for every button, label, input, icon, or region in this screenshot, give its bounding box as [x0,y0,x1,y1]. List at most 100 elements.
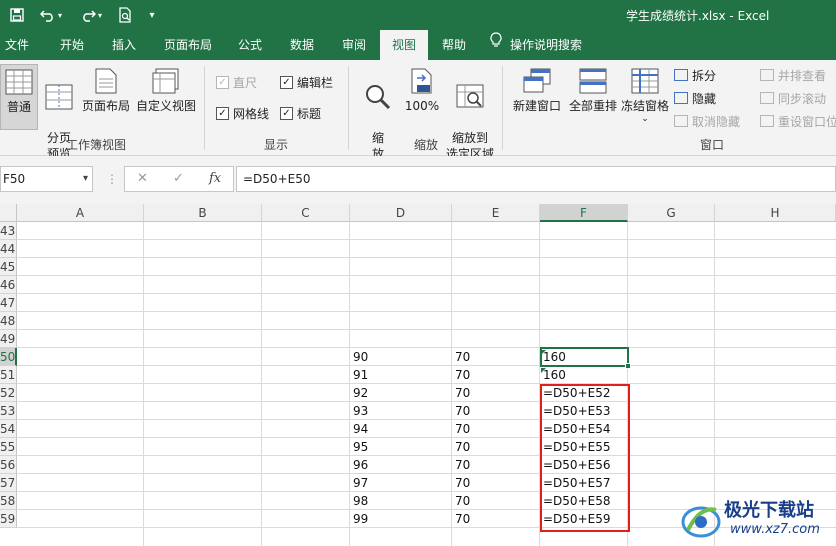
cell-e51[interactable]: 70 [452,366,470,384]
cell-e53[interactable]: 70 [452,402,470,420]
undo-icon[interactable]: ▾ [36,5,66,25]
column-header-e[interactable]: E [452,204,540,222]
gridlines-checkbox[interactable]: ✓ 网格线 [216,104,269,122]
cell-e52[interactable]: 70 [452,384,470,402]
gridline [17,437,836,438]
fill-handle[interactable] [625,363,631,369]
row-header-55[interactable]: 55 [0,438,17,456]
cell-e58[interactable]: 70 [452,492,470,510]
tab-data[interactable]: 数据 [280,30,324,60]
tab-help[interactable]: 帮助 [432,30,476,60]
row-header-54[interactable]: 54 [0,420,17,438]
cell-e59[interactable]: 70 [452,510,470,528]
column-header-f[interactable]: F [540,204,628,222]
cell-e54[interactable]: 70 [452,420,470,438]
cell-d53[interactable]: 93 [350,402,368,420]
cell-d51[interactable]: 91 [350,366,368,384]
name-box-value: F50 [3,172,26,186]
cancel-icon[interactable]: ✕ [137,171,148,186]
row-header-51[interactable]: 51 [0,366,17,384]
error-indicator-icon[interactable] [541,350,546,355]
split-button[interactable]: 拆分 [674,66,716,84]
tab-view[interactable]: 视图 [380,30,428,60]
name-box[interactable]: F50 ▾ [0,166,93,192]
normal-view-button[interactable]: 普通 [0,64,38,130]
chevron-down-icon[interactable]: ▾ [83,167,88,191]
enter-icon[interactable]: ✓ [173,171,184,186]
ruler-checkbox[interactable]: ✓ 直尺 [216,73,257,91]
new-window-button[interactable]: 新建窗口 [510,64,564,130]
reset-window-position-button[interactable]: 重设窗口位 [760,112,836,130]
split-label: 拆分 [692,68,717,83]
column-header-a[interactable]: A [17,204,144,222]
cell-d55[interactable]: 95 [350,438,368,456]
column-header-g[interactable]: G [628,204,715,222]
qat-customize-icon[interactable]: ▾ [144,5,160,25]
row-header-50[interactable]: 50 [0,348,17,366]
resize-handle-icon[interactable]: ⋮ [106,172,118,186]
cell-d56[interactable]: 96 [350,456,368,474]
tab-review[interactable]: 审阅 [332,30,376,60]
unhide-icon [674,115,688,127]
page-break-preview-button[interactable]: 分页 预览 [40,64,78,161]
print-preview-icon[interactable] [114,5,136,25]
gridline [17,329,836,330]
column-header-d[interactable]: D [350,204,452,222]
select-all-corner[interactable] [0,204,17,222]
formula-input[interactable]: =D50+E50 [236,166,836,192]
row-header-58[interactable]: 58 [0,492,17,510]
tab-page-layout[interactable]: 页面布局 [156,30,220,60]
row-header-59[interactable]: 59 [0,510,17,528]
cell-d54[interactable]: 94 [350,420,368,438]
zoom-button[interactable]: 缩 放 [360,64,396,161]
column-header-h[interactable]: H [715,204,836,222]
chevron-down-icon: ⌄ [641,114,649,124]
row-header-43[interactable]: 43 [0,222,17,240]
hide-button[interactable]: 隐藏 [674,89,716,107]
row-header-47[interactable]: 47 [0,294,17,312]
error-indicator-icon[interactable] [541,368,546,373]
cell-e57[interactable]: 70 [452,474,470,492]
insert-function-icon[interactable]: fx [209,171,221,186]
cell-e50[interactable]: 70 [452,348,470,366]
zoom-100-button[interactable]: 100% [402,64,442,130]
row-header-57[interactable]: 57 [0,474,17,492]
formula-bar-checkbox[interactable]: ✓ 编辑栏 [280,73,333,91]
arrange-all-button[interactable]: 全部重排 [566,64,620,130]
arrange-all-label: 全部重排 [568,99,617,113]
row-header-46[interactable]: 46 [0,276,17,294]
tab-insert[interactable]: 插入 [102,30,146,60]
tab-home[interactable]: 开始 [50,30,94,60]
synchronous-scrolling-button[interactable]: 同步滚动 [760,89,826,107]
row-header-53[interactable]: 53 [0,402,17,420]
formula-buttons: ✕ ✓ fx [124,166,234,192]
cell-d52[interactable]: 92 [350,384,368,402]
tell-me-search[interactable]: 操作说明搜索 [490,30,602,60]
custom-views-label: 自定义视图 [135,99,196,113]
cell-d57[interactable]: 97 [350,474,368,492]
cell-d59[interactable]: 99 [350,510,368,528]
custom-views-button[interactable]: 自定义视图 [134,64,198,130]
row-header-56[interactable]: 56 [0,456,17,474]
page-layout-view-button[interactable]: 页面布局 [80,64,132,130]
column-header-b[interactable]: B [144,204,262,222]
tab-file[interactable]: 文件 [0,30,34,60]
cell-d58[interactable]: 98 [350,492,368,510]
save-icon[interactable] [6,5,28,25]
row-header-49[interactable]: 49 [0,330,17,348]
row-header-45[interactable]: 45 [0,258,17,276]
unhide-button[interactable]: 取消隐藏 [674,112,740,130]
column-header-c[interactable]: C [262,204,350,222]
freeze-panes-button[interactable]: 冻结窗格 ⌄ [620,64,670,140]
zoom-to-selection-button[interactable]: 缩放到 选定区域 [444,64,496,161]
row-header-44[interactable]: 44 [0,240,17,258]
cell-e55[interactable]: 70 [452,438,470,456]
tab-formulas[interactable]: 公式 [228,30,272,60]
view-side-by-side-button[interactable]: 并排查看 [760,66,826,84]
headings-checkbox[interactable]: ✓ 标题 [280,104,321,122]
row-header-48[interactable]: 48 [0,312,17,330]
redo-icon[interactable]: ▾ [76,5,106,25]
row-header-52[interactable]: 52 [0,384,17,402]
cell-d50[interactable]: 90 [350,348,368,366]
cell-e56[interactable]: 70 [452,456,470,474]
